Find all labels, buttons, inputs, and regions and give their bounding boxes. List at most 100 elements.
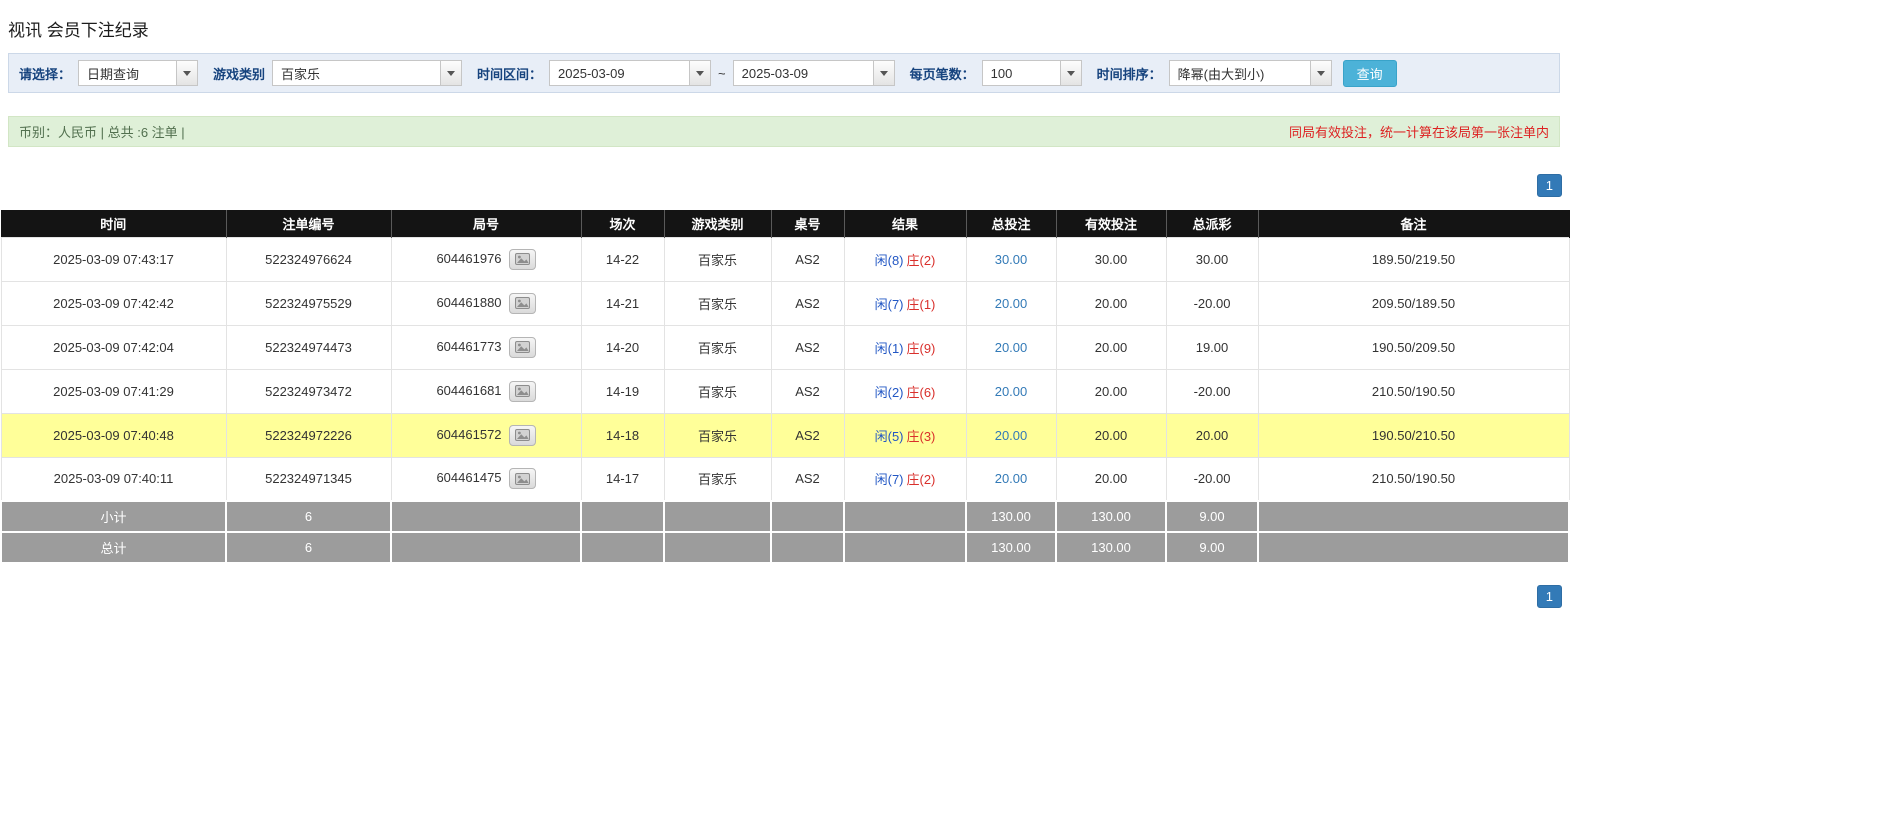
empty-cell <box>770 500 845 533</box>
cell-payout: 19.00 <box>1165 324 1259 370</box>
chevron-down-icon[interactable] <box>1309 61 1331 85</box>
cell-remark: 210.50/190.50 <box>1257 456 1570 502</box>
query-type-value: 日期查询 <box>87 66 140 82</box>
cell-session: 14-18 <box>580 412 665 458</box>
result-player: 闲(1) <box>874 340 904 356</box>
cell-valid-bet: 20.00 <box>1055 280 1167 326</box>
cell-remark: 190.50/209.50 <box>1257 324 1570 370</box>
table-row: 2025-03-09 07:43:17 522324976624 6044619… <box>0 236 1570 282</box>
round-id-text: 604461681 <box>436 382 502 398</box>
cell-valid-bet: 20.00 <box>1055 368 1167 414</box>
subtotal-total-bet: 130.00 <box>965 500 1057 533</box>
table-header: 时间 注单编号 局号 场次 游戏类别 桌号 结果 总投注 有效投注 总派彩 备注 <box>1 210 1570 237</box>
game-type-select[interactable]: 百家乐 <box>272 60 463 86</box>
cell-game-type: 百家乐 <box>663 324 772 370</box>
cell-session: 14-19 <box>580 368 665 414</box>
page-size-value: 100 <box>990 65 1013 81</box>
subtotal-valid-bet: 130.00 <box>1055 500 1167 533</box>
date-from-input[interactable]: 2025-03-09 <box>549 60 712 86</box>
subtotal-row: 小计 6 130.00 130.00 9.00 <box>0 500 1570 533</box>
cell-table-no: AS2 <box>770 412 845 458</box>
cell-valid-bet: 20.00 <box>1055 324 1167 370</box>
total-payout: 9.00 <box>1165 531 1259 564</box>
total-bet-link[interactable]: 20.00 <box>995 296 1028 311</box>
subtotal-count: 6 <box>225 500 392 533</box>
cell-game-type: 百家乐 <box>663 456 772 502</box>
cell-payout: -20.00 <box>1165 368 1259 414</box>
cell-result: 闲(7) 庄(1) <box>843 280 967 326</box>
result-banker: 庄(9) <box>906 340 936 356</box>
query-type-label: 请选择： <box>19 66 72 82</box>
round-result-image-icon[interactable] <box>508 248 536 270</box>
page-1-button[interactable]: 1 <box>1536 585 1562 608</box>
col-header-remark: 备注 <box>1258 210 1570 237</box>
result-banker: 庄(1) <box>906 296 936 312</box>
empty-cell <box>843 500 967 533</box>
cell-valid-bet: 20.00 <box>1055 412 1167 458</box>
col-header-session: 场次 <box>581 210 665 237</box>
time-sort-label: 时间排序： <box>1096 66 1162 82</box>
round-result-image-icon[interactable] <box>508 292 536 314</box>
cell-result: 闲(1) 庄(9) <box>843 324 967 370</box>
cell-total-bet: 20.00 <box>965 324 1057 370</box>
same-round-note: 同局有效投注，统一计算在该局第一张注单内 <box>1288 125 1549 140</box>
game-type-value: 百家乐 <box>281 66 321 82</box>
chevron-down-icon[interactable] <box>176 61 198 85</box>
round-id-text: 604461773 <box>436 338 502 354</box>
cell-time: 2025-03-09 07:40:48 <box>0 412 227 458</box>
cell-table-no: AS2 <box>770 324 845 370</box>
cell-total-bet: 20.00 <box>965 280 1057 326</box>
round-result-image-icon[interactable] <box>508 380 536 402</box>
total-label: 总计 <box>0 531 227 564</box>
date-to-input[interactable]: 2025-03-09 <box>732 60 895 86</box>
empty-cell <box>580 531 665 564</box>
round-result-image-icon[interactable] <box>508 336 536 358</box>
total-bet-link[interactable]: 20.00 <box>995 428 1028 443</box>
result-banker: 庄(6) <box>906 384 936 400</box>
page-1-button[interactable]: 1 <box>1536 174 1562 197</box>
cell-total-bet: 20.00 <box>965 368 1057 414</box>
page-size-label: 每页笔数： <box>909 66 975 82</box>
round-result-image-icon[interactable] <box>508 424 536 446</box>
chevron-down-icon[interactable] <box>872 61 894 85</box>
page-size-select[interactable]: 100 <box>981 60 1082 86</box>
round-result-image-icon[interactable] <box>508 468 536 490</box>
total-bet-link[interactable]: 30.00 <box>995 252 1028 267</box>
table-row: 2025-03-09 07:42:42 522324975529 6044618… <box>0 280 1570 326</box>
chevron-down-icon[interactable] <box>689 61 711 85</box>
cell-remark: 190.50/210.50 <box>1257 412 1570 458</box>
cell-bet-id: 522324972226 <box>225 412 392 458</box>
chevron-down-icon[interactable] <box>440 61 462 85</box>
pagination-bottom: 1 <box>0 585 1568 608</box>
range-separator: ~ <box>718 65 726 81</box>
empty-cell <box>663 500 772 533</box>
search-button[interactable]: 查询 <box>1342 59 1397 87</box>
table-row: 2025-03-09 07:41:29 522324973472 6044616… <box>0 368 1570 414</box>
cell-round-id: 604461572 <box>390 412 582 458</box>
query-type-select[interactable]: 日期查询 <box>78 60 199 86</box>
time-sort-value: 降幂(由大到小) <box>1177 66 1265 82</box>
round-id-text: 604461880 <box>436 294 502 310</box>
cell-time: 2025-03-09 07:41:29 <box>0 368 227 414</box>
cell-table-no: AS2 <box>770 236 845 282</box>
subtotal-payout: 9.00 <box>1165 500 1259 533</box>
cell-table-no: AS2 <box>770 368 845 414</box>
cell-valid-bet: 20.00 <box>1055 456 1167 502</box>
cell-game-type: 百家乐 <box>663 368 772 414</box>
time-sort-select[interactable]: 降幂(由大到小) <box>1168 60 1332 86</box>
cell-payout: -20.00 <box>1165 456 1259 502</box>
total-bet-link[interactable]: 20.00 <box>995 384 1028 399</box>
cell-remark: 209.50/189.50 <box>1257 280 1570 326</box>
cell-table-no: AS2 <box>770 456 845 502</box>
cell-round-id: 604461976 <box>390 236 582 282</box>
total-total-bet: 130.00 <box>965 531 1057 564</box>
bet-records-table: 时间 注单编号 局号 场次 游戏类别 桌号 结果 总投注 有效投注 总派彩 备注… <box>0 210 1570 564</box>
total-bet-link[interactable]: 20.00 <box>995 471 1028 486</box>
cell-bet-id: 522324971345 <box>225 456 392 502</box>
result-banker: 庄(2) <box>906 472 936 488</box>
total-bet-link[interactable]: 20.00 <box>995 340 1028 355</box>
chevron-down-icon[interactable] <box>1059 61 1081 85</box>
date-from-value: 2025-03-09 <box>558 65 625 81</box>
table-row: 2025-03-09 07:40:48 522324972226 6044615… <box>0 412 1570 458</box>
cell-total-bet: 20.00 <box>965 456 1057 502</box>
